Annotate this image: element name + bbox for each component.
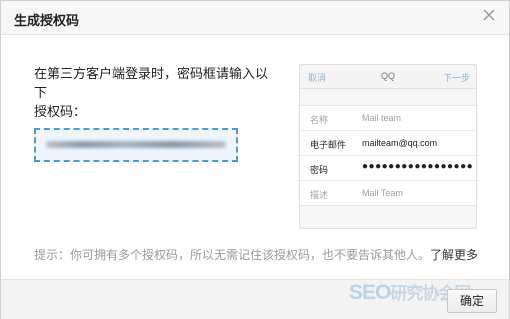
phone-nav-next: 下一步 (442, 73, 470, 83)
watermark-seo: SEO (349, 281, 391, 304)
phone-row-name: 名称 Mail team (300, 106, 476, 131)
dialog-header: 生成授权码 (1, 1, 509, 35)
auth-code-box[interactable] (34, 128, 238, 162)
phone-nav-bar: QQ 取消 下一步 (300, 65, 476, 89)
dialog-title: 生成授权码 (14, 13, 80, 28)
row-value: mailteam@qq.com (362, 138, 438, 148)
phone-preview: QQ 取消 下一步 名称 Mail team 电子邮件 mailteam@qq.… (299, 64, 477, 229)
auth-code-dialog: 生成授权码 在第三方客户端登录时，密码框请输入以下 授权码： QQ 取消 下一步… (0, 0, 510, 319)
learn-more-link[interactable]: 了解更多 (430, 248, 478, 262)
hint-message: 提示：你可拥有多个授权码，所以无需记住该授权码，也不要告诉其他人。 (34, 248, 431, 262)
row-label: 名称 (310, 115, 329, 125)
instruction-line-1: 在第三方客户端登录时，密码框请输入以下 (34, 66, 269, 100)
close-icon[interactable] (481, 7, 497, 23)
phone-nav-cancel: 取消 (308, 73, 327, 83)
ok-button[interactable]: 确定 (447, 289, 497, 313)
phone-row-password: 密码 ●●●●●●●●●●●●●●●●● (300, 156, 476, 181)
instruction-text: 在第三方客户端登录时，密码框请输入以下 授权码： (34, 64, 274, 121)
instruction-line-2: 授权码： (34, 104, 87, 119)
phone-row-email: 电子邮件 mailteam@qq.com (300, 131, 476, 156)
hint-text: 提示：你可拥有多个授权码，所以无需记住该授权码，也不要告诉其他人。了解更多 (34, 246, 478, 263)
row-label: 密码 (310, 165, 329, 175)
row-value: ●●●●●●●●●●●●●●●●● (362, 161, 474, 172)
row-label: 电子邮件 (310, 140, 347, 150)
auth-code-value-blurred (46, 141, 226, 148)
row-value: Mail team (362, 113, 402, 123)
phone-row-description: 描述 Mail Team (300, 181, 476, 205)
row-label: 描述 (310, 190, 329, 200)
phone-account-list: 名称 Mail team 电子邮件 mailteam@qq.com 密码 ●●●… (300, 105, 476, 206)
row-value: Mail Team (362, 188, 403, 198)
